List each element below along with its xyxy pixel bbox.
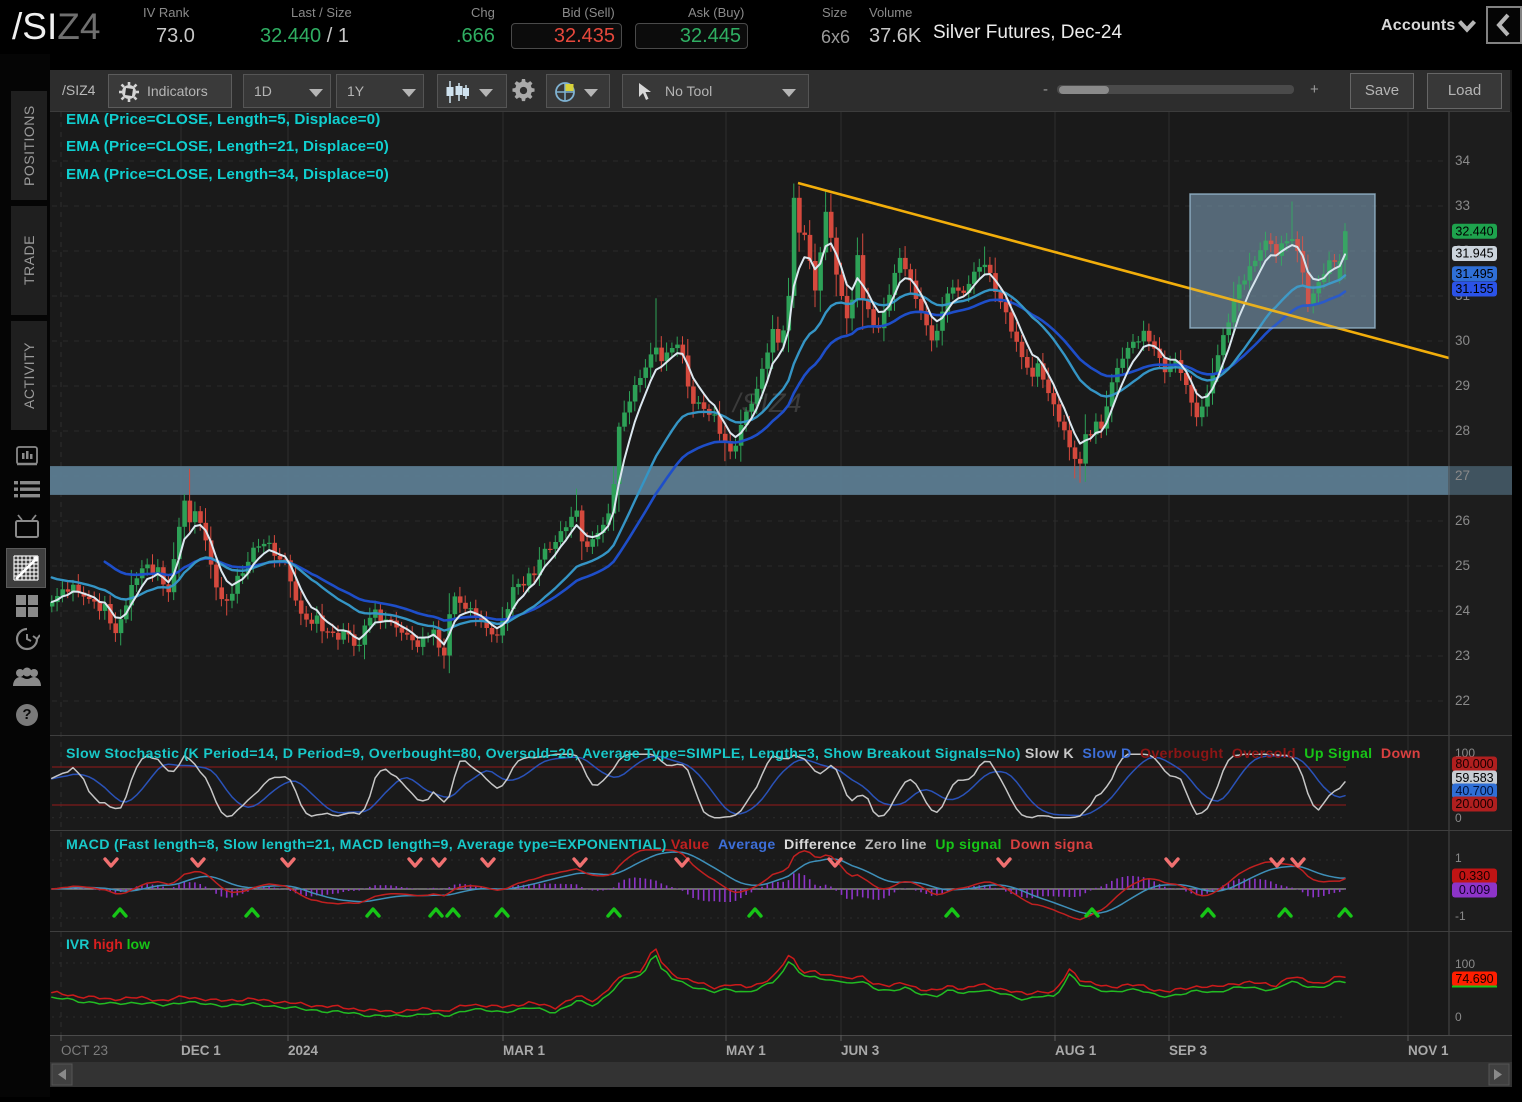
svg-text:31.495: 31.495 [1455,267,1493,281]
svg-text:Slow Stochastic (K Period=14,: Slow Stochastic (K Period=14, D Period=9… [66,746,1421,762]
svg-text:OCT 23: OCT 23 [61,1043,108,1058]
svg-text:80.000: 80.000 [1455,757,1493,771]
svg-text:AUG 1: AUG 1 [1055,1043,1097,1058]
svg-text:29: 29 [1455,378,1470,393]
svg-text:59.583: 59.583 [1455,771,1493,785]
svg-text:IVR high low: IVR high low [66,936,150,952]
svg-text:23: 23 [1455,648,1470,663]
svg-text:EMA (Price=CLOSE, Length=34, D: EMA (Price=CLOSE, Length=34, Displace=0) [66,166,389,183]
svg-text:EMA (Price=CLOSE, Length=5, Di: EMA (Price=CLOSE, Length=5, Displace=0) [66,111,380,128]
svg-text:MACD (Fast length=8, Slow leng: MACD (Fast length=8, Slow length=21, MAC… [66,837,1093,853]
svg-text:NOV 1: NOV 1 [1408,1043,1449,1058]
svg-text:-1: -1 [1455,909,1466,923]
svg-text:100: 100 [1455,957,1475,971]
svg-text:31.155: 31.155 [1455,282,1493,296]
svg-text:EMA (Price=CLOSE, Length=21, D: EMA (Price=CLOSE, Length=21, Displace=0) [66,138,389,155]
svg-text:34: 34 [1455,153,1471,168]
svg-text:JUN 3: JUN 3 [841,1043,880,1058]
svg-text:1: 1 [1455,851,1462,865]
svg-text:0: 0 [1455,811,1462,825]
svg-text:32.440: 32.440 [1455,224,1493,238]
svg-text:DEC 1: DEC 1 [181,1043,221,1058]
svg-text:25: 25 [1455,558,1470,573]
svg-text:74.690: 74.690 [1455,972,1493,986]
svg-text:MAR 1: MAR 1 [503,1043,545,1058]
svg-text:SEP 3: SEP 3 [1169,1043,1208,1058]
svg-text:30: 30 [1455,333,1470,348]
svg-text:40.700: 40.700 [1455,784,1493,798]
svg-text:24: 24 [1455,603,1471,618]
svg-text:0: 0 [1455,1010,1462,1024]
svg-text:27: 27 [1455,468,1470,483]
svg-text:MAY 1: MAY 1 [726,1043,766,1058]
svg-text:2024: 2024 [288,1043,319,1058]
svg-text:0.009: 0.009 [1459,883,1490,897]
svg-text:22: 22 [1455,693,1470,708]
svg-text:33: 33 [1455,198,1470,213]
svg-text:26: 26 [1455,513,1470,528]
svg-text:28: 28 [1455,423,1470,438]
svg-text:0.330: 0.330 [1459,869,1490,883]
svg-text:20.000: 20.000 [1455,797,1493,811]
svg-text:/SIZ4: /SIZ4 [731,388,803,418]
svg-text:31.945: 31.945 [1455,247,1493,261]
